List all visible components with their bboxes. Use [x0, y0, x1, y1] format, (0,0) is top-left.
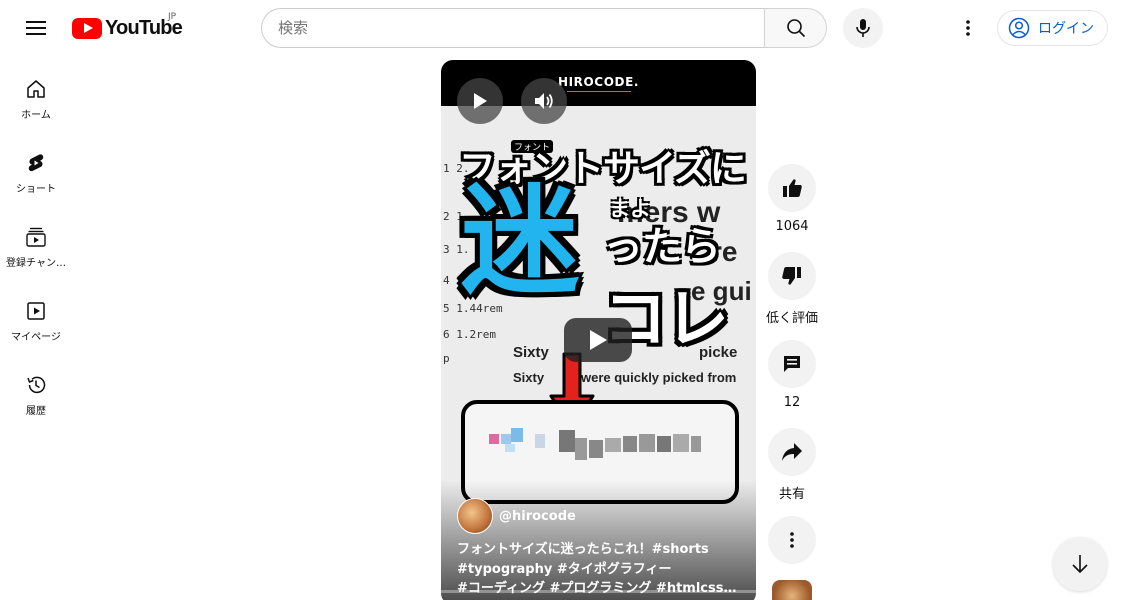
top-bar: YouTube JP ログイン	[0, 0, 1124, 56]
thumbs-up-icon	[783, 179, 802, 197]
sidebar-item-label: ショート	[16, 184, 56, 195]
description-line: #typography #タイポグラフィー	[457, 561, 672, 577]
youtube-play-icon	[72, 17, 102, 39]
center-play-button[interactable]	[564, 318, 632, 362]
dislike-button[interactable]	[768, 252, 816, 300]
arrow-down-icon	[1072, 555, 1088, 574]
share-action: 共有	[768, 428, 816, 502]
settings-menu-button[interactable]	[952, 12, 984, 44]
description-line: フォントサイズに迷ったらこれ！#shorts	[457, 542, 709, 557]
thumbnail-ruby: フォント	[511, 140, 554, 153]
sidebar-item-my-page[interactable]: マイページ	[0, 278, 72, 348]
sound-thumbnail[interactable]	[772, 580, 812, 600]
volume-icon	[535, 93, 553, 109]
account-icon	[1008, 17, 1030, 39]
login-label: ログイン	[1038, 21, 1094, 37]
dislike-action: 低く評価	[766, 252, 819, 326]
library-icon	[27, 302, 45, 320]
microphone-icon	[856, 19, 870, 37]
region-code: JP	[168, 12, 177, 22]
more-vertical-icon	[966, 20, 970, 36]
channel-name[interactable]: @hirocode	[499, 509, 576, 524]
channel-info[interactable]: @hirocode	[457, 498, 576, 534]
search-icon	[786, 19, 805, 38]
comment-action: 12	[768, 340, 816, 410]
like-button[interactable]	[768, 164, 816, 212]
sidebar-item-label: 登録チャン…	[6, 258, 66, 269]
sidebar-item-home[interactable]: ホーム	[0, 56, 72, 126]
sidebar-item-history[interactable]: 履歴	[0, 352, 72, 422]
thumbs-down-icon	[782, 267, 801, 285]
thumbnail-big-kanji: 迷	[461, 172, 580, 310]
share-icon	[782, 443, 802, 461]
shorts-icon	[28, 154, 44, 172]
subscriptions-icon	[26, 227, 46, 247]
search-bar	[261, 8, 827, 48]
share-label: 共有	[778, 487, 805, 502]
next-video-button[interactable]	[1053, 537, 1107, 591]
more-vertical-icon	[790, 532, 794, 548]
like-action: 1064	[768, 164, 816, 234]
comment-icon	[784, 356, 800, 372]
description-line: #コーディング #プログラミング #htmlcss…	[457, 581, 737, 596]
brand-underline	[567, 91, 631, 92]
dislike-label: 低く評価	[766, 311, 819, 326]
sidebar-item-subscriptions[interactable]: 登録チャン…	[0, 204, 72, 274]
voice-search-button[interactable]	[843, 8, 883, 48]
like-count: 1064	[775, 219, 809, 234]
share-button[interactable]	[768, 428, 816, 476]
play-icon	[474, 93, 487, 109]
login-button[interactable]: ログイン	[997, 10, 1108, 46]
sidebar-item-label: マイページ	[11, 332, 61, 343]
code-line: 6 1.2rem	[443, 328, 496, 341]
comment-button[interactable]	[768, 340, 816, 388]
bg-text: Sixty	[513, 370, 545, 385]
sidebar-item-label: 履歴	[26, 406, 46, 417]
search-input[interactable]	[261, 8, 764, 48]
menu-button[interactable]	[20, 12, 52, 44]
channel-avatar[interactable]	[457, 498, 493, 534]
home-icon	[27, 80, 45, 98]
bg-text: were quickly picked from	[581, 370, 737, 385]
history-icon	[27, 376, 46, 394]
comment-count: 12	[783, 395, 801, 410]
progress-bar[interactable]	[441, 590, 756, 593]
youtube-logo[interactable]: YouTube	[72, 14, 183, 42]
thumbnail-text: ったら	[603, 225, 721, 269]
search-button[interactable]	[764, 8, 827, 48]
code-line: p	[443, 352, 450, 365]
play-icon	[590, 330, 607, 350]
play-button[interactable]	[457, 78, 503, 124]
hamburger-icon	[26, 21, 46, 35]
sidebar-item-shorts[interactable]: ショート	[0, 130, 72, 200]
more-options-button[interactable]	[768, 516, 816, 564]
sidebar-item-label: ホーム	[21, 110, 51, 121]
more-action	[768, 516, 816, 564]
volume-button[interactable]	[521, 78, 567, 124]
bg-text: Sixty	[513, 344, 549, 361]
shorts-video-player[interactable]: 1 2. 2 1. 3 1. 4 1.7rem 5 1.44rem 6 1.2r…	[441, 60, 756, 600]
